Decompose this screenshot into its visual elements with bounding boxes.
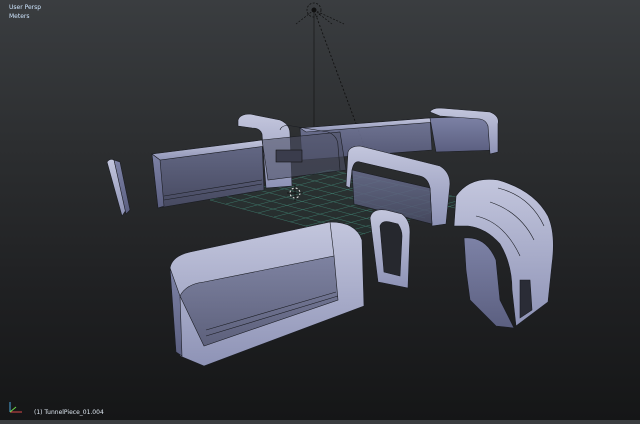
view-name-label: User Persp	[9, 4, 42, 11]
viewport-canvas[interactable]	[0, 0, 640, 420]
active-object-label: (1) TunnelPiece_01.004	[34, 409, 104, 416]
3d-viewport[interactable]: User Persp Meters (1) TunnelPiece_01.004	[0, 0, 640, 420]
mesh-front-tunnel[interactable]	[169, 221, 365, 367]
units-label: Meters	[9, 13, 30, 20]
mesh-door-frame[interactable]	[369, 209, 411, 289]
mesh-small-pillar[interactable]	[106, 159, 131, 217]
mesh-curved-corner[interactable]	[453, 179, 554, 329]
